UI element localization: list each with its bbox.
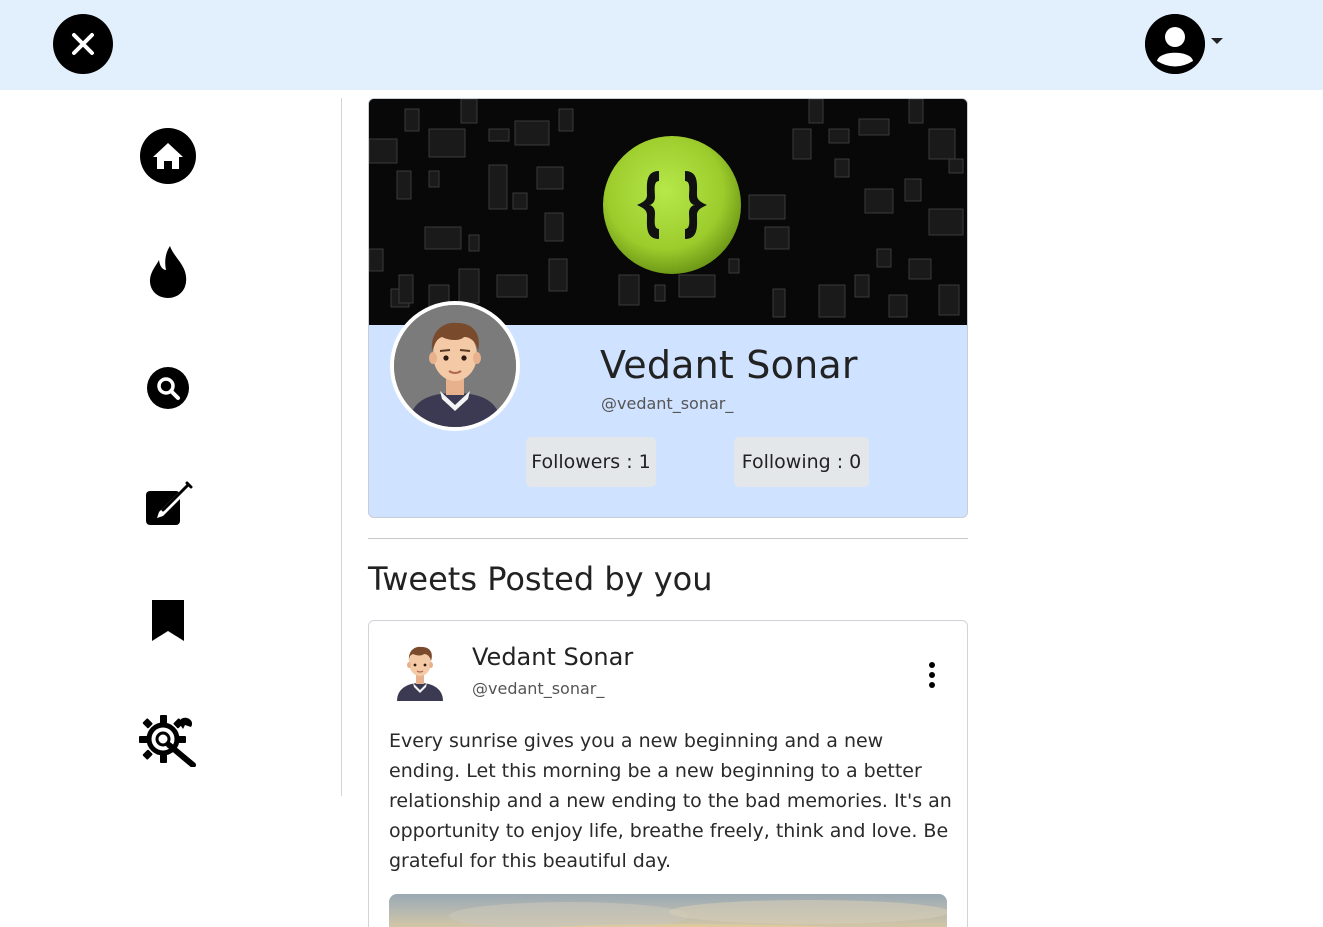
tweet-image[interactable]	[389, 894, 947, 927]
user-circle-icon	[1145, 14, 1205, 74]
tweet-body: Every sunrise gives you a new beginning …	[389, 730, 952, 872]
sidebar-item-home[interactable]	[136, 124, 200, 188]
banner-circuit-pattern	[369, 99, 967, 325]
profile-avatar	[390, 301, 520, 431]
home-icon	[140, 128, 196, 184]
sidebar-item-compose[interactable]	[136, 472, 200, 536]
compose-icon	[146, 481, 193, 525]
caret-down-icon	[1211, 38, 1223, 44]
sidebar-item-bookmarks[interactable]	[136, 588, 200, 652]
profile-banner	[369, 99, 967, 325]
sidebar-item-settings[interactable]	[136, 706, 200, 770]
sidebar	[0, 98, 342, 796]
tweet-author-handle: @vedant_sonar_	[472, 679, 605, 698]
tweet-card: Vedant Sonar @vedant_sonar_ Every sunris…	[368, 620, 968, 927]
sidebar-item-search[interactable]	[136, 356, 200, 420]
account-menu-button[interactable]	[1145, 14, 1225, 74]
section-divider	[368, 538, 968, 539]
profile-card: Vedant Sonar @vedant_sonar_ Followers : …	[368, 98, 968, 518]
following-button[interactable]: Following : 0	[734, 437, 869, 487]
tweet-author-name[interactable]: Vedant Sonar	[472, 643, 633, 671]
fire-icon	[150, 246, 187, 298]
tweets-section-title: Tweets Posted by you	[368, 560, 713, 598]
kebab-menu-icon[interactable]	[922, 659, 942, 691]
sidebar-item-trending[interactable]	[136, 240, 200, 304]
settings-tools-icon	[139, 715, 196, 767]
profile-handle: @vedant_sonar_	[601, 394, 734, 413]
top-navbar	[0, 0, 1323, 90]
x-logo-icon[interactable]	[53, 14, 113, 74]
banner-logo	[603, 136, 741, 274]
profile-name: Vedant Sonar	[600, 343, 858, 387]
followers-button[interactable]: Followers : 1	[526, 437, 656, 487]
bookmark-icon	[152, 600, 184, 641]
tweet-author-avatar[interactable]	[389, 639, 451, 701]
search-icon	[147, 367, 189, 409]
